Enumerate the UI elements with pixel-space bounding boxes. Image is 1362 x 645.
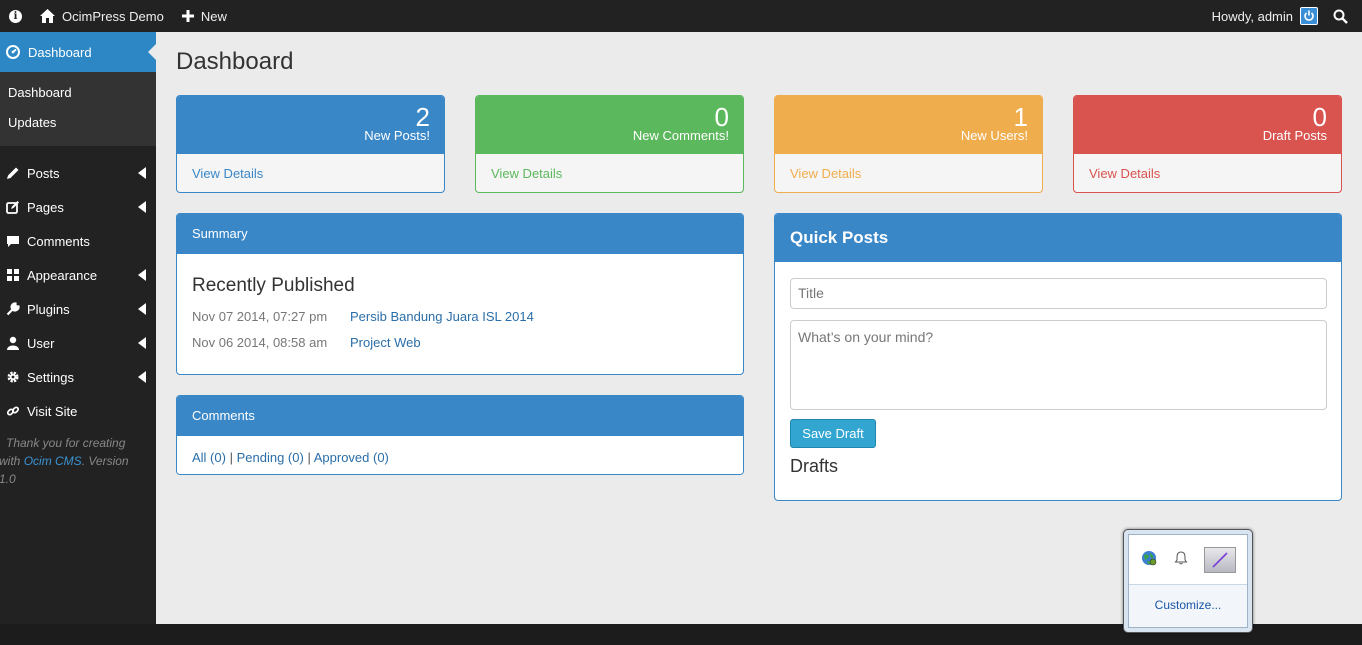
pencil-icon — [5, 166, 20, 181]
stat-card-new-users: 1 New Users! View Details — [774, 95, 1043, 193]
sidebar-item-label: Posts — [27, 165, 60, 181]
list-item: Nov 06 2014, 08:58 am Project Web — [177, 332, 743, 358]
expand-caret-icon — [138, 337, 146, 349]
edit-icon — [5, 200, 20, 215]
expand-caret-icon — [138, 269, 146, 281]
sidebar-item-dashboard[interactable]: Dashboard — [0, 32, 156, 72]
stat-label: Draft Posts — [1262, 128, 1327, 143]
sidebar-item-pages[interactable]: Pages — [0, 190, 156, 224]
expand-caret-icon — [138, 201, 146, 213]
new-label: New — [200, 8, 227, 24]
admin-bar: i OcimPress Demo New Howdy, admin — [0, 0, 1362, 32]
quick-posts-header: Quick Posts — [775, 214, 1341, 262]
comment-icon — [5, 234, 20, 249]
customize-link[interactable]: Customize... — [1129, 585, 1247, 627]
dashboard-icon — [5, 45, 20, 60]
sidebar-item-label: Dashboard — [28, 44, 92, 60]
bell-icon[interactable] — [1173, 550, 1189, 569]
post-date: Nov 06 2014, 08:58 am — [192, 335, 328, 350]
pen-tablet-icon[interactable] — [1203, 546, 1236, 573]
drafts-heading: Drafts — [790, 456, 839, 476]
submenu-item-dashboard[interactable]: Dashboard — [0, 78, 156, 108]
sidebar-item-user[interactable]: User — [0, 326, 156, 360]
submenu-item-updates[interactable]: Updates — [0, 108, 156, 138]
separator: | — [229, 450, 233, 465]
sidebar-item-posts[interactable]: Posts — [0, 156, 156, 190]
about-menu[interactable]: i — [0, 0, 31, 32]
comment-filter-links: All (0) | Pending (0) | Approved (0) — [177, 436, 743, 474]
summary-panel: Summary Recently Published Nov 07 2014, … — [176, 213, 744, 375]
search-icon — [1333, 9, 1348, 24]
user-icon — [5, 336, 20, 351]
expand-caret-icon — [138, 167, 146, 179]
separator: | — [307, 450, 311, 465]
logout-icon[interactable] — [1300, 7, 1318, 25]
new-content-link[interactable]: New — [173, 0, 236, 32]
account-menu[interactable]: Howdy, admin — [1203, 0, 1324, 32]
dashboard-submenu: Dashboard Updates — [0, 72, 156, 146]
sidebar-item-label: Comments — [27, 233, 90, 249]
stat-card-new-comments: 0 New Comments! View Details — [475, 95, 744, 193]
sidebar-footer-note: Thank you for creating with Ocim CMS. Ve… — [0, 436, 129, 486]
stat-label: New Comments! — [632, 128, 729, 143]
sidebar: Dashboard Dashboard Updates Posts Pages … — [0, 32, 156, 624]
tray-icon-row — [1129, 535, 1247, 585]
quick-posts-panel: Quick Posts Title What’s on your mind? S… — [774, 213, 1342, 501]
sidebar-item-visit-site[interactable]: Visit Site — [0, 394, 156, 428]
post-date: Nov 07 2014, 07:27 pm — [192, 309, 328, 324]
site-name-label: OcimPress Demo — [62, 8, 164, 24]
sidebar-item-label: Appearance — [27, 267, 98, 283]
sidebar-item-label: Plugins — [27, 301, 70, 317]
link-icon — [5, 404, 20, 419]
info-icon: i — [9, 9, 22, 23]
wrench-icon — [5, 302, 20, 317]
expand-caret-icon — [138, 371, 146, 383]
view-details-link[interactable]: View Details — [177, 154, 444, 192]
sidebar-item-plugins[interactable]: Plugins — [0, 292, 156, 326]
stat-card-new-posts: 2 New Posts! View Details — [176, 95, 445, 193]
sidebar-item-label: User — [27, 335, 55, 351]
view-details-link[interactable]: View Details — [775, 154, 1042, 192]
list-item: Nov 07 2014, 07:27 pm Persib Bandung Jua… — [177, 306, 743, 332]
notification-tray-popup: Customize... — [1123, 529, 1253, 633]
expand-caret-icon — [138, 303, 146, 315]
summary-panel-header: Summary — [177, 214, 743, 254]
plus-icon — [181, 10, 194, 22]
post-body-textarea[interactable]: What’s on your mind? — [790, 320, 1327, 410]
comments-all-link[interactable]: All (0) — [192, 450, 226, 465]
site-name-link[interactable]: OcimPress Demo — [31, 0, 173, 32]
network-globe-icon[interactable] — [1140, 549, 1158, 570]
stat-card-draft-posts: 0 Draft Posts View Details — [1073, 95, 1342, 193]
view-details-link[interactable]: View Details — [1074, 154, 1341, 192]
comments-panel: Comments All (0) | Pending (0) | Approve… — [176, 395, 744, 475]
comments-pending-link[interactable]: Pending (0) — [237, 450, 304, 465]
post-title-input[interactable]: Title — [790, 278, 1327, 309]
comments-panel-header: Comments — [177, 396, 743, 436]
post-title-link[interactable]: Persib Bandung Juara ISL 2014 — [350, 306, 534, 332]
search-button[interactable] — [1324, 0, 1362, 32]
grid-icon — [5, 268, 20, 283]
sidebar-item-label: Settings — [27, 369, 74, 385]
sidebar-item-label: Visit Site — [27, 403, 78, 419]
recently-published-heading: Recently Published — [192, 275, 355, 296]
page-title: Dashboard — [176, 48, 294, 75]
view-details-link[interactable]: View Details — [476, 154, 743, 192]
stat-label: New Posts! — [364, 128, 430, 143]
sidebar-item-comments[interactable]: Comments — [0, 224, 156, 258]
sidebar-item-appearance[interactable]: Appearance — [0, 258, 156, 292]
sidebar-item-settings[interactable]: Settings — [0, 360, 156, 394]
home-icon — [40, 9, 55, 23]
comments-approved-link[interactable]: Approved (0) — [314, 450, 389, 465]
post-title-link[interactable]: Project Web — [350, 332, 421, 358]
sidebar-item-label: Pages — [27, 199, 64, 215]
stat-label: New Users! — [960, 128, 1028, 143]
greeting-label: Howdy, admin — [1211, 8, 1293, 24]
gear-icon — [5, 370, 20, 385]
save-draft-button[interactable]: Save Draft — [790, 419, 876, 448]
ocim-cms-link[interactable]: Ocim CMS — [24, 454, 82, 468]
